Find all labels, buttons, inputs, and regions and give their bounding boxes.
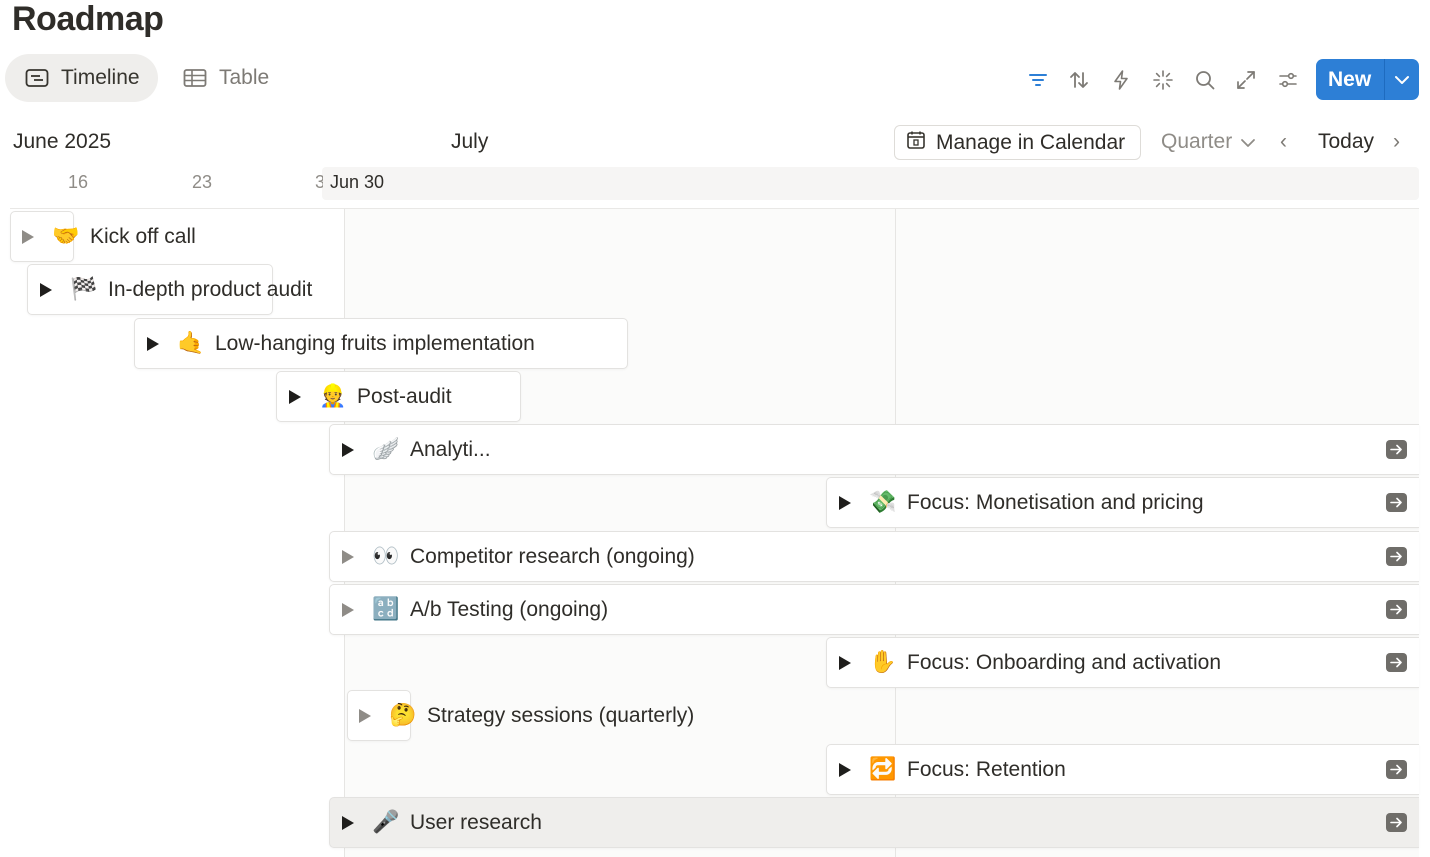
zoom-label: Quarter — [1161, 130, 1233, 153]
chevron-down-icon[interactable] — [1385, 75, 1419, 85]
expand-caret-icon[interactable] — [342, 815, 354, 830]
day-label: 3 — [315, 172, 323, 192]
task-bar[interactable]: 🤙 Low-hanging fruits implementation — [134, 318, 628, 369]
task-label: A/b Testing (ongoing) — [410, 597, 609, 621]
expand-caret-icon[interactable] — [342, 549, 354, 564]
expand-caret-icon[interactable] — [359, 708, 371, 723]
task-label: Focus: Retention — [907, 757, 1066, 781]
day-label: 23 — [192, 172, 213, 192]
expand-caret-icon[interactable] — [839, 762, 851, 777]
task-label: Low-hanging fruits implementation — [215, 331, 535, 355]
task-bar[interactable]: ✋ Focus: Onboarding and activation — [826, 637, 1419, 688]
expand-caret-icon[interactable] — [342, 442, 354, 457]
tab-timeline[interactable]: Timeline — [5, 54, 158, 102]
tab-table[interactable]: Table — [163, 54, 287, 102]
task-emoji-icon: 🔁 — [869, 756, 897, 782]
calendar-icon — [906, 130, 926, 156]
month-label-june: June 2025 — [13, 130, 112, 153]
task-emoji-icon: 🪽 — [372, 436, 400, 462]
arrow-right-icon[interactable] — [1386, 547, 1407, 566]
task-bar[interactable]: 👷 Post-audit — [276, 371, 521, 422]
new-button-label: New — [1328, 67, 1372, 91]
filter-icon[interactable] — [1020, 62, 1056, 98]
arrow-right-icon[interactable] — [1386, 813, 1407, 832]
task-bar[interactable]: 💸 Focus: Monetisation and pricing — [826, 477, 1419, 528]
today-button[interactable]: Today — [1318, 130, 1374, 154]
zoom-selector[interactable]: Quarter — [1161, 130, 1256, 154]
expand-caret-icon[interactable] — [147, 336, 159, 351]
timeline-icon — [25, 68, 49, 88]
task-emoji-icon: 🤔 — [389, 702, 417, 728]
expand-caret-icon[interactable] — [40, 282, 52, 297]
task-emoji-icon: 🎤 — [372, 809, 400, 835]
task-emoji-icon: 🤙 — [177, 330, 205, 356]
day-label: 16 — [68, 172, 89, 192]
tab-table-label: Table — [219, 66, 270, 89]
arrow-right-icon[interactable] — [1386, 760, 1407, 779]
chevron-left-icon[interactable]: ‹ — [1280, 130, 1287, 154]
task-bar[interactable]: 🪽 Analyti... — [329, 424, 1419, 475]
ai-sparkle-icon[interactable] — [1145, 62, 1181, 98]
expand-icon[interactable] — [1228, 62, 1264, 98]
task-label: Analyti... — [410, 437, 491, 461]
task-emoji-icon: 🔡 — [372, 596, 400, 622]
arrow-right-icon[interactable] — [1386, 653, 1407, 672]
arrow-right-icon[interactable] — [1386, 493, 1407, 512]
automation-icon[interactable] — [1103, 62, 1139, 98]
new-button[interactable]: New — [1316, 59, 1419, 100]
task-emoji-icon: ✋ — [869, 649, 897, 675]
arrow-right-icon[interactable] — [1386, 440, 1407, 459]
current-week-highlight — [322, 167, 1419, 200]
task-bar[interactable]: 🏁 In-depth product audit — [27, 264, 312, 315]
expand-caret-icon[interactable] — [839, 655, 851, 670]
task-label: Post-audit — [357, 384, 452, 408]
task-bar[interactable]: 🎤 User research — [329, 797, 1419, 848]
task-bar[interactable]: 🔁 Focus: Retention — [826, 744, 1419, 795]
task-label: Competitor research (ongoing) — [410, 544, 695, 568]
chevron-right-icon[interactable]: › — [1393, 130, 1400, 154]
manage-in-calendar-button[interactable]: Manage in Calendar — [894, 125, 1141, 160]
search-icon[interactable] — [1187, 62, 1223, 98]
task-emoji-icon: 🏁 — [70, 276, 98, 302]
task-emoji-icon: 💸 — [869, 489, 897, 515]
arrow-right-icon[interactable] — [1386, 600, 1407, 619]
page-title: Roadmap — [12, 0, 164, 38]
task-emoji-icon: 🤝 — [52, 223, 80, 249]
task-label: Focus: Onboarding and activation — [907, 650, 1222, 674]
tab-timeline-label: Timeline — [61, 66, 140, 89]
task-bar[interactable]: 🤝 Kick off call — [10, 211, 196, 262]
task-bar[interactable]: 👀 Competitor research (ongoing) — [329, 531, 1419, 582]
task-label: User research — [410, 810, 542, 834]
manage-in-calendar-label: Manage in Calendar — [936, 130, 1126, 154]
chevron-down-icon — [1240, 130, 1256, 154]
expand-caret-icon[interactable] — [22, 229, 34, 244]
table-icon — [183, 68, 207, 88]
task-label: Focus: Monetisation and pricing — [907, 490, 1204, 514]
expand-caret-icon[interactable] — [289, 389, 301, 404]
task-bar[interactable]: 🔡 A/b Testing (ongoing) — [329, 584, 1419, 635]
sort-icon[interactable] — [1061, 62, 1097, 98]
task-emoji-icon: 👷 — [319, 383, 347, 409]
settings-icon[interactable] — [1270, 62, 1306, 98]
month-label-july: July — [451, 130, 489, 153]
day-label-current: Jun 30 — [330, 172, 385, 192]
expand-caret-icon[interactable] — [839, 495, 851, 510]
task-label: In-depth product audit — [108, 277, 313, 301]
task-label: Strategy sessions (quarterly) — [427, 703, 695, 727]
task-label: Kick off call — [90, 224, 196, 248]
expand-caret-icon[interactable] — [342, 602, 354, 617]
task-emoji-icon: 👀 — [372, 543, 400, 569]
task-bar[interactable]: 🤔 Strategy sessions (quarterly) — [347, 690, 694, 741]
